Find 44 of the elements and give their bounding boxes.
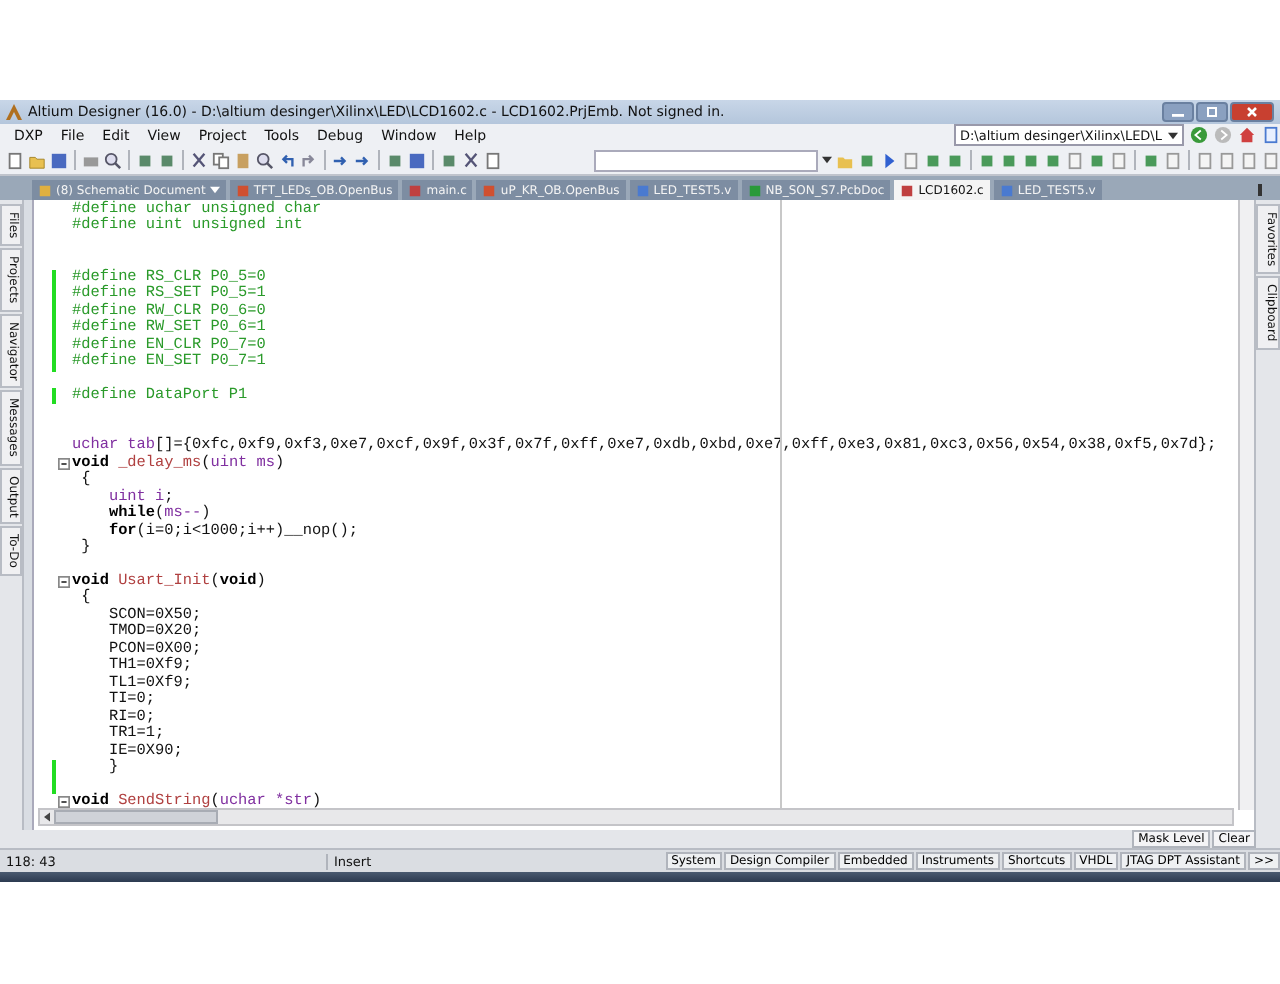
file-icon <box>482 183 497 197</box>
arrow-icon[interactable] <box>354 151 372 169</box>
vertical-scrollbar[interactable] <box>1238 200 1254 810</box>
pin-icon[interactable] <box>1256 182 1264 198</box>
caret-icon <box>209 186 220 194</box>
scissors-icon[interactable] <box>462 151 480 169</box>
page-icon[interactable] <box>6 151 24 169</box>
home-icon[interactable] <box>1238 126 1256 144</box>
scissors-icon[interactable] <box>190 151 208 169</box>
play-icon[interactable] <box>880 151 898 169</box>
collapse-icon[interactable] <box>58 458 70 471</box>
collapse-icon[interactable] <box>58 576 70 589</box>
magnifier-icon[interactable] <box>256 151 274 169</box>
close-button[interactable] <box>1230 102 1274 122</box>
redo-icon[interactable] <box>300 151 318 169</box>
file-icon <box>900 183 915 197</box>
horizontal-scrollbar[interactable] <box>38 808 1234 826</box>
collapse-icon[interactable] <box>58 796 70 808</box>
file-icon <box>635 183 650 197</box>
app-logo-icon <box>6 104 22 120</box>
file-icon <box>235 183 250 197</box>
copy-icon[interactable] <box>212 151 230 169</box>
page-icon[interactable] <box>1066 151 1084 169</box>
page-icon[interactable] <box>484 151 502 169</box>
arrow-icon[interactable] <box>332 151 350 169</box>
maximize-button[interactable] <box>1196 102 1228 122</box>
file-icon <box>408 183 423 197</box>
forward-icon[interactable] <box>1214 126 1232 144</box>
file-icon <box>38 183 52 197</box>
combo-field[interactable] <box>594 149 818 171</box>
undo-icon[interactable] <box>278 151 296 169</box>
maximize-icon <box>1202 106 1222 118</box>
page-icon[interactable] <box>1110 151 1128 169</box>
back-icon[interactable] <box>1190 126 1208 144</box>
page-icon[interactable] <box>902 151 920 169</box>
file-icon <box>747 183 762 197</box>
caret-icon[interactable] <box>822 156 832 164</box>
scroll-left-icon[interactable] <box>44 812 50 822</box>
minimize-button[interactable] <box>1162 102 1194 122</box>
close-icon <box>1242 106 1262 118</box>
folder-icon[interactable] <box>28 151 46 169</box>
magnifier-icon[interactable] <box>104 151 122 169</box>
caret-icon <box>1168 131 1178 139</box>
file-icon <box>999 183 1014 197</box>
